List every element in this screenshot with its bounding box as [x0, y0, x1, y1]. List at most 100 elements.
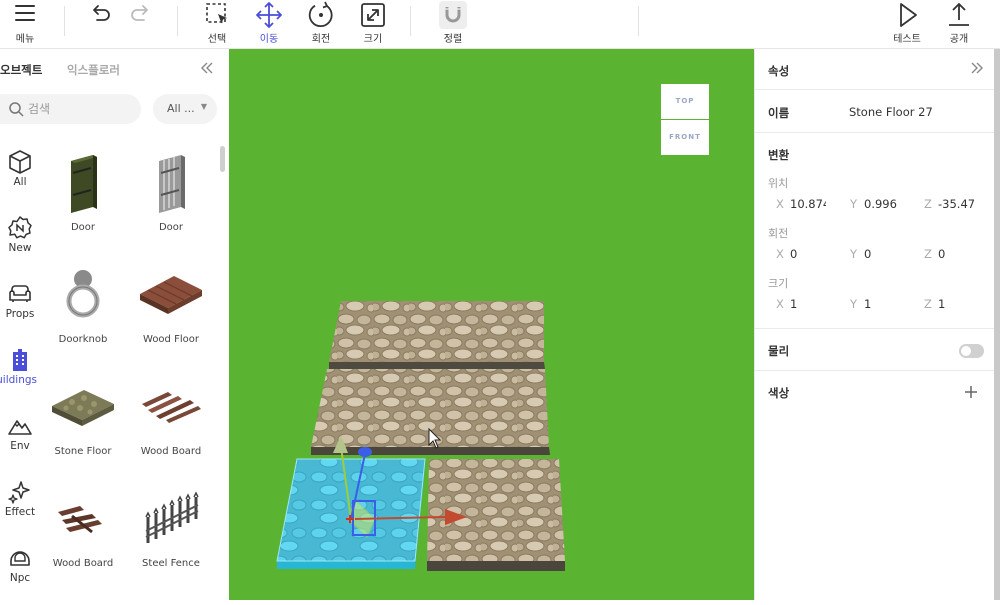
position-z-field[interactable]: -35.47 — [938, 197, 974, 211]
magnet-icon — [445, 7, 461, 23]
physics-toggle[interactable] — [959, 344, 984, 358]
divider — [755, 328, 995, 329]
top-toolbar: 메뉴 선택 이동 회전 크기 정렬 테스트 공개 — [0, 0, 1000, 49]
undo-icon — [93, 5, 110, 21]
library-item-label: Wood Board — [140, 446, 202, 457]
toolbar-divider — [410, 6, 411, 36]
physics-label: 물리 — [768, 344, 790, 358]
stone-floor-tile[interactable] — [329, 301, 544, 362]
sofa-icon — [9, 285, 31, 302]
wood-board-thumbnail — [142, 392, 201, 423]
category-new[interactable]: New — [0, 215, 40, 275]
category-label: Npc — [9, 572, 31, 584]
axis-x-label: X — [776, 197, 784, 211]
toolbar-divider — [64, 6, 65, 36]
filter-value: All ... — [167, 102, 195, 115]
axis-y-label: Y — [850, 297, 858, 311]
selected-water-tile[interactable] — [277, 459, 425, 561]
rotate-label: 회전 — [311, 34, 331, 45]
library-item-label: Wood Floor — [143, 334, 199, 345]
library-item[interactable]: Steel Fence — [131, 480, 211, 580]
library-item[interactable]: Wood Board — [131, 368, 211, 468]
publish-label: 공개 — [949, 34, 969, 45]
rotate-tool-button[interactable]: 회전 — [296, 0, 346, 48]
tab-explorer[interactable]: 익스플로러 — [67, 62, 120, 78]
axis-y-label: Y — [850, 197, 858, 211]
rotation-x-field[interactable]: 0 — [790, 247, 826, 261]
library-item-label: Door — [158, 222, 184, 233]
tab-objects[interactable]: 오브젝트 — [0, 62, 42, 78]
scale-icon — [361, 3, 385, 27]
select-icon — [206, 3, 227, 24]
doorknob-thumbnail — [66, 270, 100, 318]
category-env[interactable]: Env — [0, 413, 40, 473]
menu-button[interactable]: 메뉴 — [0, 0, 50, 48]
upload-icon — [949, 3, 969, 26]
search-input[interactable] — [28, 100, 128, 118]
move-tool-button[interactable]: 이동 — [244, 0, 294, 48]
object-name-field[interactable]: Stone Floor 27 — [849, 105, 933, 119]
wood-floor-thumbnail — [140, 276, 202, 314]
category-label: Props — [5, 308, 35, 320]
scale-z-field[interactable]: 1 — [938, 297, 974, 311]
position-x-field[interactable]: 10.874 — [790, 197, 826, 211]
helmet-icon — [10, 551, 30, 566]
sparkle-icon — [8, 481, 30, 504]
category-all[interactable]: All — [0, 149, 40, 209]
category-label: Buildings — [0, 374, 38, 386]
divider — [755, 89, 995, 90]
library-item-label: Doorknob — [58, 334, 108, 345]
library-item[interactable]: Wood Board — [43, 480, 123, 580]
rotation-label: 회전 — [768, 227, 789, 240]
divider — [755, 132, 995, 133]
window-edge — [994, 49, 1000, 600]
select-tool-button[interactable]: 선택 — [192, 0, 242, 48]
rotation-z-field[interactable]: 0 — [938, 247, 974, 261]
category-props[interactable]: Props — [0, 281, 40, 341]
mountain-icon — [8, 420, 32, 435]
play-icon — [900, 3, 917, 27]
wood-board-thumbnail — [58, 506, 102, 534]
snap-label: 정렬 — [443, 34, 463, 45]
library-item[interactable]: Door — [43, 144, 123, 244]
library-item[interactable]: Wood Floor — [131, 256, 211, 356]
toggle-knob — [961, 346, 971, 356]
axis-y-label: Y — [850, 247, 858, 261]
category-buildings[interactable]: Buildings — [0, 347, 40, 407]
transform-label: 변환 — [768, 148, 790, 162]
move-label: 이동 — [259, 34, 279, 45]
scene-viewport[interactable]: TOP FRONT — [229, 49, 754, 600]
object-library-panel: 오브젝트 익스플로러 All ... ▼ All New Props — [0, 49, 229, 600]
snap-icon-bg — [439, 1, 467, 29]
view-top-button[interactable]: TOP — [661, 84, 709, 119]
steel-fence-thumbnail — [145, 491, 199, 543]
collapse-panel-icon[interactable] — [198, 59, 216, 77]
category-filter-select[interactable]: All ... ▼ — [153, 94, 217, 124]
publish-button[interactable]: 공개 — [934, 0, 984, 48]
redo-button[interactable] — [116, 0, 166, 48]
snap-toggle-button[interactable]: 정렬 — [428, 0, 478, 48]
name-label: 이름 — [768, 106, 790, 120]
cube-icon — [9, 150, 31, 174]
test-play-button[interactable]: 테스트 — [882, 0, 932, 48]
add-color-icon[interactable] — [963, 384, 979, 400]
scale-x-field[interactable]: 1 — [790, 297, 826, 311]
category-effect[interactable]: Effect — [0, 479, 40, 539]
scale-tool-button[interactable]: 크기 — [348, 0, 398, 48]
library-scrollbar[interactable] — [220, 146, 225, 172]
position-y-field[interactable]: 0.996 — [864, 197, 900, 211]
rotate-icon — [308, 1, 333, 27]
position-label: 위치 — [768, 177, 789, 190]
library-item[interactable]: Stone Floor — [43, 368, 123, 468]
scale-y-field[interactable]: 1 — [864, 297, 900, 311]
library-item[interactable]: Doorknob — [43, 256, 123, 356]
axis-x-label: X — [776, 297, 784, 311]
category-npc[interactable]: Npc — [0, 545, 40, 605]
divider — [755, 370, 995, 371]
rotation-y-field[interactable]: 0 — [864, 247, 900, 261]
library-item[interactable]: Door — [131, 144, 211, 244]
collapse-right-icon[interactable] — [968, 59, 986, 77]
view-front-button[interactable]: FRONT — [661, 120, 709, 155]
stone-floor-thumbnail — [52, 390, 114, 426]
category-label: Effect — [4, 506, 36, 518]
